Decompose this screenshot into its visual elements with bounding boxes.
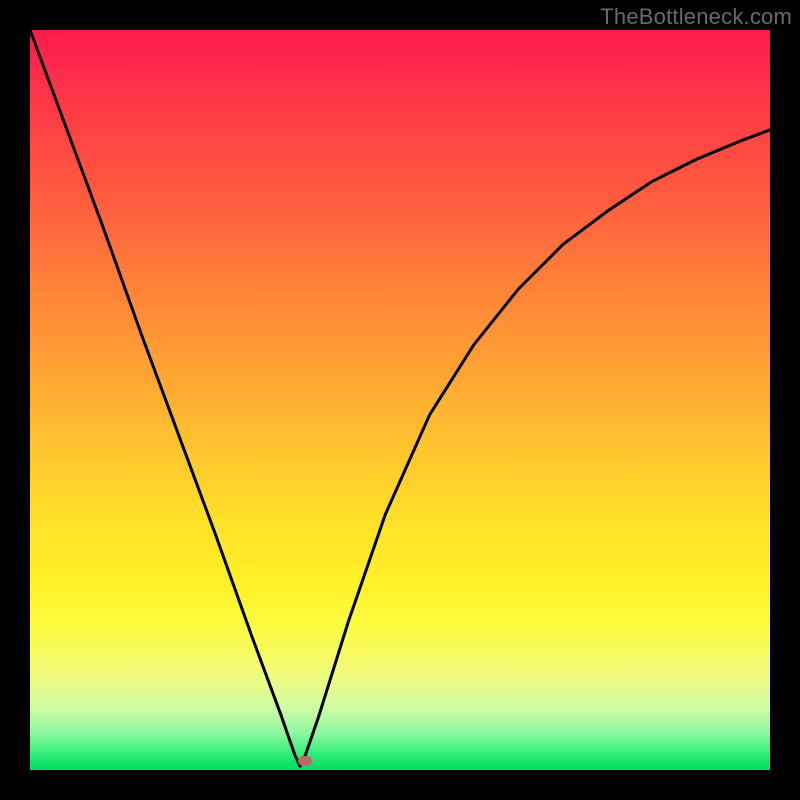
optimum-marker bbox=[298, 756, 312, 766]
chart-frame: TheBottleneck.com bbox=[0, 0, 800, 800]
plot-area bbox=[30, 30, 770, 770]
bottleneck-curve bbox=[30, 30, 770, 770]
watermark-text: TheBottleneck.com bbox=[600, 4, 792, 30]
